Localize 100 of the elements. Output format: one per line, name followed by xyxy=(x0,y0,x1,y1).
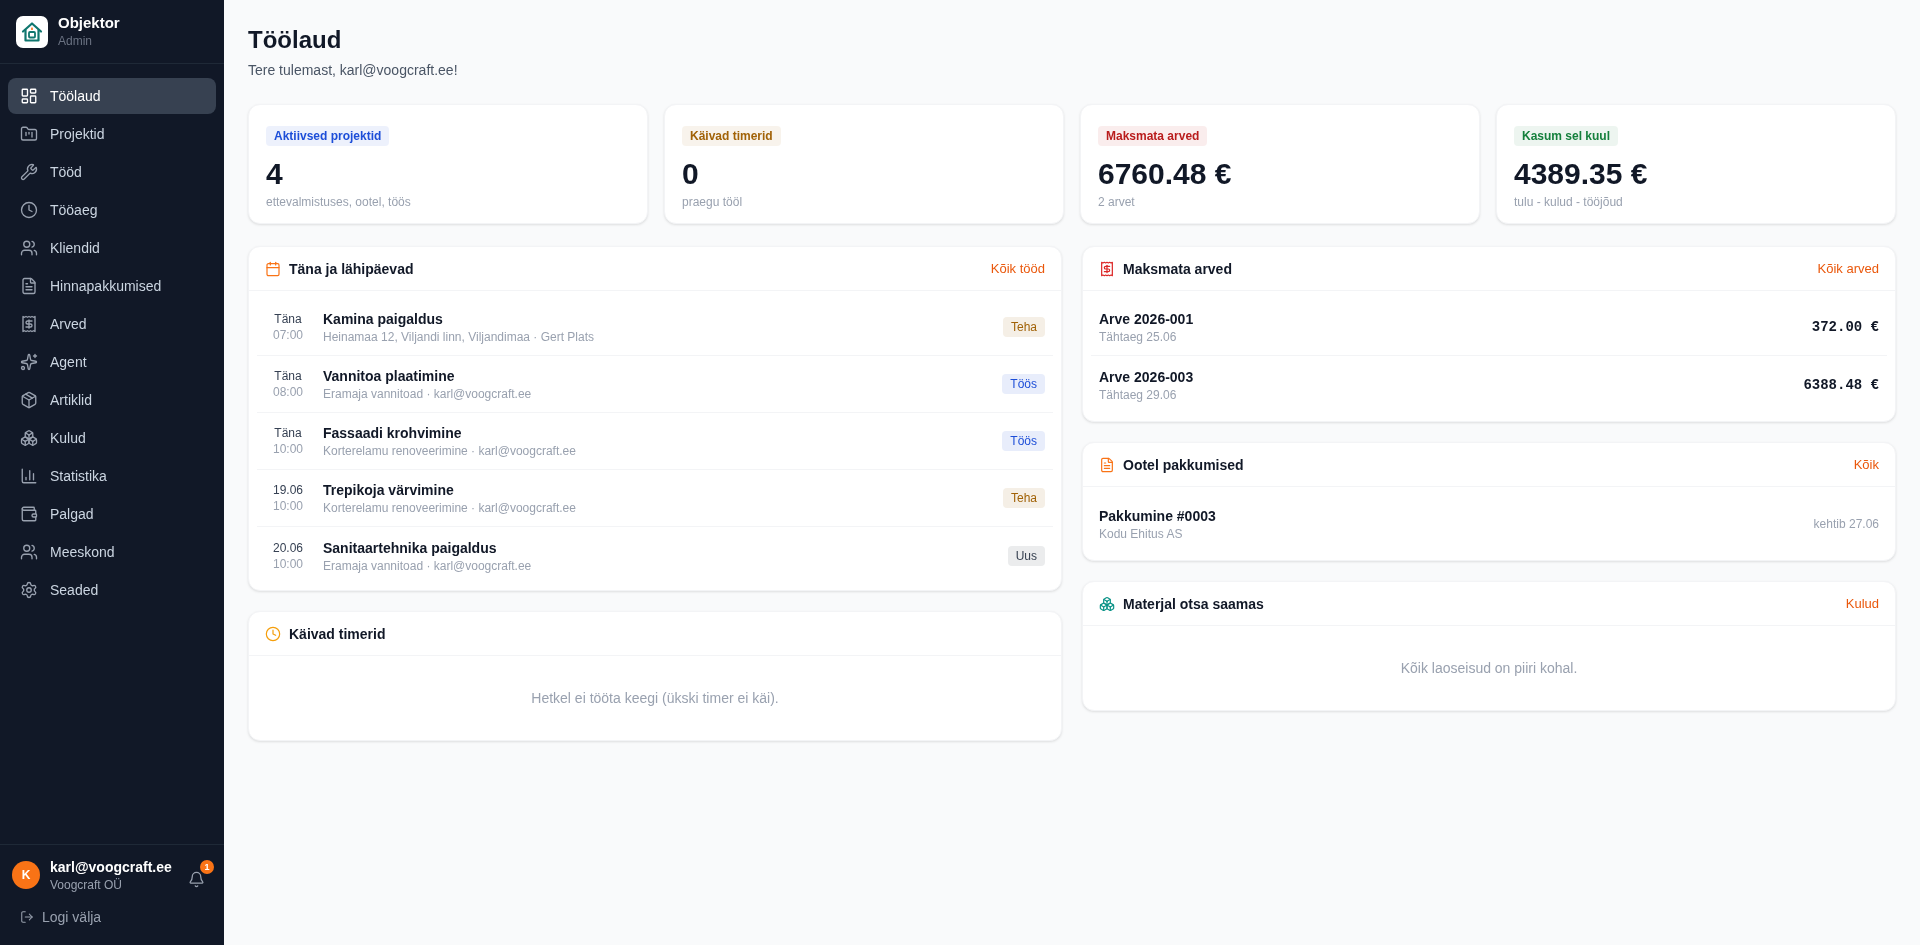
sidebar-item[interactable]: Artiklid xyxy=(8,382,216,418)
job-time: 10:00 xyxy=(273,498,303,514)
status-badge: Uus xyxy=(1007,545,1045,566)
job-time: 10:00 xyxy=(273,555,303,572)
sparkles-icon xyxy=(20,353,38,371)
stat-note: ettevalmistuses, ootel, töös xyxy=(266,194,411,210)
invoice-due-date: Tähtaeg 29.06 xyxy=(1099,386,1177,403)
job-details: Eramaja vannitoad · karl@voogcraft.ee xyxy=(323,386,532,402)
boxes-icon xyxy=(1099,595,1115,612)
user-company: Voogcraft OÜ xyxy=(50,877,124,893)
job-details: Korterelamu renoveerimine · karl@voogcraft.ee xyxy=(323,443,576,459)
panel-title: Materjal otsa saamas xyxy=(1123,594,1264,614)
job-details: Korterelamu renoveerimine · karl@voogcraft.ee xyxy=(323,500,576,516)
sidebar-item[interactable]: Hinnapakkumised xyxy=(8,268,216,304)
invoice-due-date: Tähtaeg 25.06 xyxy=(1099,329,1177,345)
status-badge: Töös xyxy=(1002,431,1045,451)
job-day: 19.06 xyxy=(273,482,303,498)
user-avatar: K xyxy=(12,861,40,889)
sidebar-item[interactable]: Statistika xyxy=(8,458,216,494)
sidebar-item[interactable]: Kulud xyxy=(8,420,216,456)
stat-value: 4389.35 € xyxy=(1514,156,1648,192)
sidebar-item[interactable]: Projektid xyxy=(8,116,216,152)
job-title: Fassaadi krohvimine xyxy=(323,424,462,443)
job-time: 08:00 xyxy=(273,384,303,400)
notification-count: 1 xyxy=(200,860,214,874)
house-icon xyxy=(16,15,48,48)
empty-state-text: Hetkel ei tööta keegi (ükski timer ei käi). xyxy=(531,689,779,708)
job-time: 10:00 xyxy=(273,441,303,457)
job-details: Eramaja vannitoad · karl@voogcraft.ee xyxy=(323,557,532,574)
invoice-number: Arve 2026-001 xyxy=(1099,310,1194,329)
stat-value: 6760.48 € xyxy=(1098,156,1232,192)
stat-value: 0 xyxy=(682,156,699,192)
boxes-icon xyxy=(20,429,38,447)
welcome-text: Tere tulemast, karl@voogcraft.ee! xyxy=(248,61,458,80)
job-details: Heinamaa 12, Viljandi linn, Viljandimaa · Gert Plats xyxy=(323,329,595,345)
clock-icon xyxy=(20,201,38,219)
sidebar-item[interactable]: Arved xyxy=(8,306,216,342)
dashboard-icon xyxy=(20,87,38,105)
job-title: Kamina paigaldus xyxy=(323,310,443,329)
offer-validity: kehtib 27.06 xyxy=(1813,515,1879,532)
job-title: Vannitoa plaatimine xyxy=(323,367,455,386)
sidebar-item[interactable]: Töölaud xyxy=(8,78,216,114)
job-time: 07:00 xyxy=(273,327,303,343)
folder-icon xyxy=(20,125,38,143)
sidebar-item[interactable]: Palgad xyxy=(8,496,216,532)
panel-title: Ootel pakkumised xyxy=(1123,455,1244,475)
invoice-number: Arve 2026-003 xyxy=(1099,367,1194,387)
panel-title: Maksmata arved xyxy=(1123,259,1232,279)
receipt-icon xyxy=(20,315,38,333)
box-icon xyxy=(20,391,38,409)
invoice-amount: 6388.48 € xyxy=(1803,375,1879,395)
users-icon xyxy=(20,239,38,257)
status-badge: Töös xyxy=(1002,374,1045,394)
view-all-link[interactable]: Kõik xyxy=(1853,454,1879,475)
document-icon xyxy=(20,277,38,295)
job-title: Sanitaartehnika paigaldus xyxy=(323,538,497,558)
view-all-link[interactable]: Kõik tööd xyxy=(990,258,1045,279)
sidebar-item[interactable]: Kliendid xyxy=(8,230,216,266)
wrench-icon xyxy=(20,163,38,181)
wallet-icon xyxy=(20,505,38,523)
sidebar-item[interactable]: Tööaeg xyxy=(8,192,216,228)
offer-client: Kodu Ehitus AS xyxy=(1099,525,1183,542)
panel-title: Käivad timerid xyxy=(289,624,386,644)
stat-label: Kasum sel kuul xyxy=(1514,126,1619,146)
stat-label: Maksmata arved xyxy=(1098,126,1208,146)
sidebar-item[interactable]: Agent xyxy=(8,344,216,380)
user-email: karl@voogcraft.ee xyxy=(50,858,173,877)
empty-state-text: Kõik laoseisud on piiri kohal. xyxy=(1400,659,1578,678)
bell-icon xyxy=(188,871,205,888)
clock-icon xyxy=(265,625,281,642)
calendar-icon xyxy=(265,260,281,277)
brand-role: Admin xyxy=(58,32,93,49)
document-icon xyxy=(1099,456,1115,473)
stat-label: Aktiivsed projektid xyxy=(266,126,390,146)
view-all-link[interactable]: Kulud xyxy=(1845,593,1879,614)
receipt-icon xyxy=(1099,260,1115,277)
job-title: Trepikoja värvimine xyxy=(323,481,454,500)
stat-note: 2 arvet xyxy=(1098,194,1135,210)
sidebar-item[interactable]: Seaded xyxy=(8,572,216,608)
settings-icon xyxy=(20,581,38,599)
stat-note: praegu tööl xyxy=(682,194,743,210)
status-badge: Teha xyxy=(1002,488,1045,508)
job-day: Täna xyxy=(274,425,302,441)
invoice-amount: 372.00 € xyxy=(1811,318,1879,337)
view-all-link[interactable]: Kõik arved xyxy=(1817,258,1879,279)
job-day: Täna xyxy=(274,311,302,327)
job-day: 20.06 xyxy=(273,539,303,556)
sidebar-item[interactable]: Meeskond xyxy=(8,534,216,570)
stat-label: Käivad timerid xyxy=(682,126,781,146)
stat-note: tulu - kulud - tööjõud xyxy=(1514,194,1623,210)
bar-chart-icon xyxy=(20,467,38,485)
sidebar-item[interactable]: Tööd xyxy=(8,154,216,190)
logout-button[interactable]: Logi välja xyxy=(12,901,110,933)
job-day: Täna xyxy=(274,368,302,384)
brand-name: Objektor xyxy=(58,14,120,33)
offer-number: Pakkumine #0003 xyxy=(1099,506,1216,526)
stat-value: 4 xyxy=(266,156,283,192)
status-badge: Teha xyxy=(1002,317,1045,337)
panel-title: Täna ja lähipäevad xyxy=(289,259,414,279)
page-title: Töölaud xyxy=(248,25,342,55)
